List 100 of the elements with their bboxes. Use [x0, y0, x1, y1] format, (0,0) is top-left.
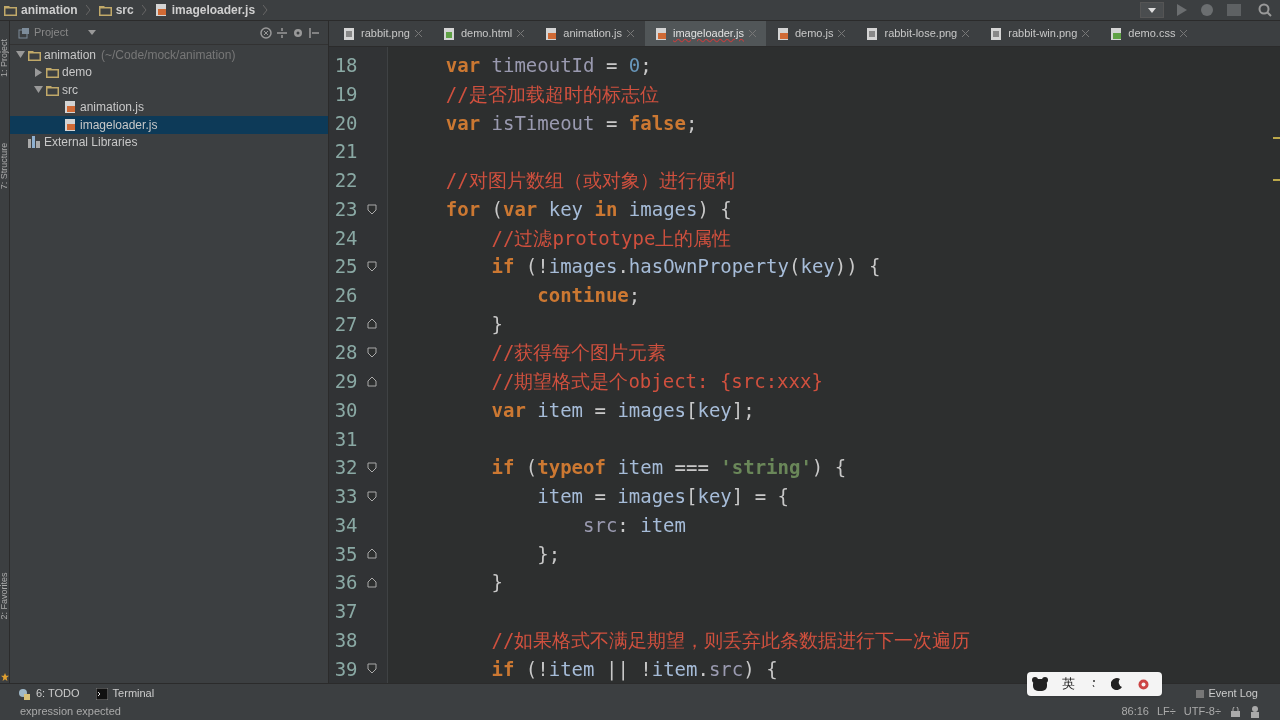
code-line: }	[490, 311, 503, 337]
fold-marker-icon[interactable]	[367, 203, 378, 215]
line-number: 25	[333, 254, 358, 280]
close-icon[interactable]	[1082, 30, 1090, 37]
fold-marker-icon[interactable]	[367, 261, 378, 272]
code-line: //期望格式是个object: {src:xxx}	[490, 369, 823, 395]
tool-window-label[interactable]: 2: Favorites	[0, 572, 12, 620]
fold-marker-icon[interactable]	[367, 375, 378, 387]
code-line: continue;	[536, 283, 641, 308]
js-file-icon	[64, 118, 77, 131]
fold-marker-icon[interactable]	[367, 318, 378, 330]
line-number: 31	[333, 426, 358, 452]
code-line: if (!images.hasOwnProperty(key)) {	[490, 254, 881, 280]
chevron-icon	[141, 5, 147, 15]
line-number: 39	[333, 656, 358, 682]
fold-marker-icon[interactable]	[367, 548, 378, 560]
line-separator[interactable]: LF÷	[1156, 703, 1176, 720]
tool-window-button[interactable]: Terminal	[95, 685, 155, 702]
line-number: 36	[333, 570, 358, 596]
fold-marker-icon[interactable]	[367, 663, 378, 675]
code-line: //是否加载超时的标志位	[444, 81, 659, 107]
image-file-icon	[343, 27, 356, 40]
fold-marker-icon[interactable]	[367, 490, 378, 502]
line-number: 27	[333, 311, 358, 337]
close-icon[interactable]	[838, 30, 846, 37]
collapsed-arrow-icon[interactable]	[34, 67, 43, 77]
expanded-arrow-icon[interactable]	[16, 50, 25, 60]
caret-icon[interactable]	[88, 29, 97, 36]
html-file-icon	[442, 27, 456, 40]
line-number: 30	[333, 397, 358, 423]
scroll-marker	[1273, 179, 1280, 181]
breadcrumb-item[interactable]: imageloader.js	[171, 1, 256, 19]
code-line: src: item	[582, 512, 686, 538]
collapse-icon[interactable]	[276, 26, 288, 39]
tool-window-label[interactable]: 7: Structure	[0, 142, 12, 190]
line-number: 35	[333, 541, 358, 567]
close-icon[interactable]	[414, 30, 422, 37]
settings-icon[interactable]	[292, 26, 304, 39]
todo-icon	[18, 687, 31, 700]
folder-icon	[46, 66, 59, 79]
event-log-button[interactable]: Event Log	[1208, 685, 1258, 702]
lock-icon[interactable]	[1231, 706, 1240, 717]
tree-item[interactable]: src	[10, 81, 328, 99]
line-number: 38	[333, 627, 358, 653]
chevron-icon	[263, 5, 269, 15]
folder-icon	[28, 48, 41, 61]
fold-marker-icon[interactable]	[367, 462, 378, 474]
close-icon[interactable]	[1180, 30, 1188, 37]
moon-icon[interactable]	[1111, 678, 1123, 690]
code-line: //对图片数组（或对象）进行便利	[444, 168, 735, 194]
js-file-icon	[776, 27, 790, 40]
terminal-icon	[95, 687, 108, 700]
tree-item[interactable]: animation.js	[10, 98, 328, 116]
line-number: 26	[333, 283, 358, 308]
line-number: 24	[333, 225, 358, 251]
code-line: }	[490, 570, 503, 596]
js-file-icon	[545, 27, 559, 40]
run-icon[interactable]	[1176, 3, 1188, 17]
close-icon[interactable]	[517, 30, 525, 37]
tool-window-label[interactable]: 1: Project	[0, 39, 12, 77]
folder-icon	[98, 4, 112, 16]
bar-chart-icon	[28, 136, 41, 149]
tool-window-button[interactable]: 6: TODO	[18, 685, 80, 702]
encoding[interactable]: UTF-8÷	[1183, 703, 1221, 720]
code-line: item = images[key] = {	[536, 484, 789, 510]
close-icon[interactable]	[962, 30, 970, 37]
expanded-arrow-icon[interactable]	[34, 85, 43, 95]
tree-item[interactable]: External Libraries	[10, 133, 328, 151]
cursor-position[interactable]: 86:16	[1121, 703, 1149, 720]
line-number: 21	[333, 139, 358, 165]
breadcrumb-item[interactable]: src	[115, 1, 134, 19]
scroll-marker	[1273, 137, 1280, 139]
breadcrumb-item[interactable]: animation	[21, 1, 78, 19]
star-icon	[0, 673, 9, 681]
code-line: var isTimeout = false;	[444, 110, 698, 136]
code-line: if (!item || !item.src) {	[490, 656, 778, 683]
line-number: 33	[333, 484, 358, 510]
status-message: expression expected	[20, 704, 121, 720]
image-file-icon	[866, 27, 880, 40]
close-icon[interactable]	[627, 30, 634, 37]
folder-icon	[46, 83, 59, 96]
locate-icon[interactable]	[260, 26, 272, 39]
line-number: 19	[333, 81, 358, 107]
tree-item[interactable]: imageloader.js	[10, 116, 328, 134]
line-number: 28	[333, 340, 358, 366]
run-config-dropdown[interactable]	[1140, 2, 1164, 18]
line-number: 22	[333, 168, 358, 194]
code-line: var timeoutId = 0;	[444, 53, 652, 79]
tree-item[interactable]: animation (~/Code/mock/animation)	[10, 46, 328, 64]
fold-marker-icon[interactable]	[367, 347, 378, 359]
code-line: };	[536, 541, 561, 567]
tree-item[interactable]: demo	[10, 63, 328, 81]
bear-icon[interactable]	[1032, 677, 1048, 691]
language-toggle[interactable]: 英	[1062, 674, 1075, 694]
folder-icon	[4, 4, 17, 16]
search-icon[interactable]	[1258, 3, 1272, 17]
editor-tab[interactable]: imageloader.js	[645, 21, 766, 46]
hide-icon[interactable]	[308, 26, 320, 39]
chevron-icon	[85, 5, 91, 15]
fold-marker-icon[interactable]	[367, 577, 378, 589]
